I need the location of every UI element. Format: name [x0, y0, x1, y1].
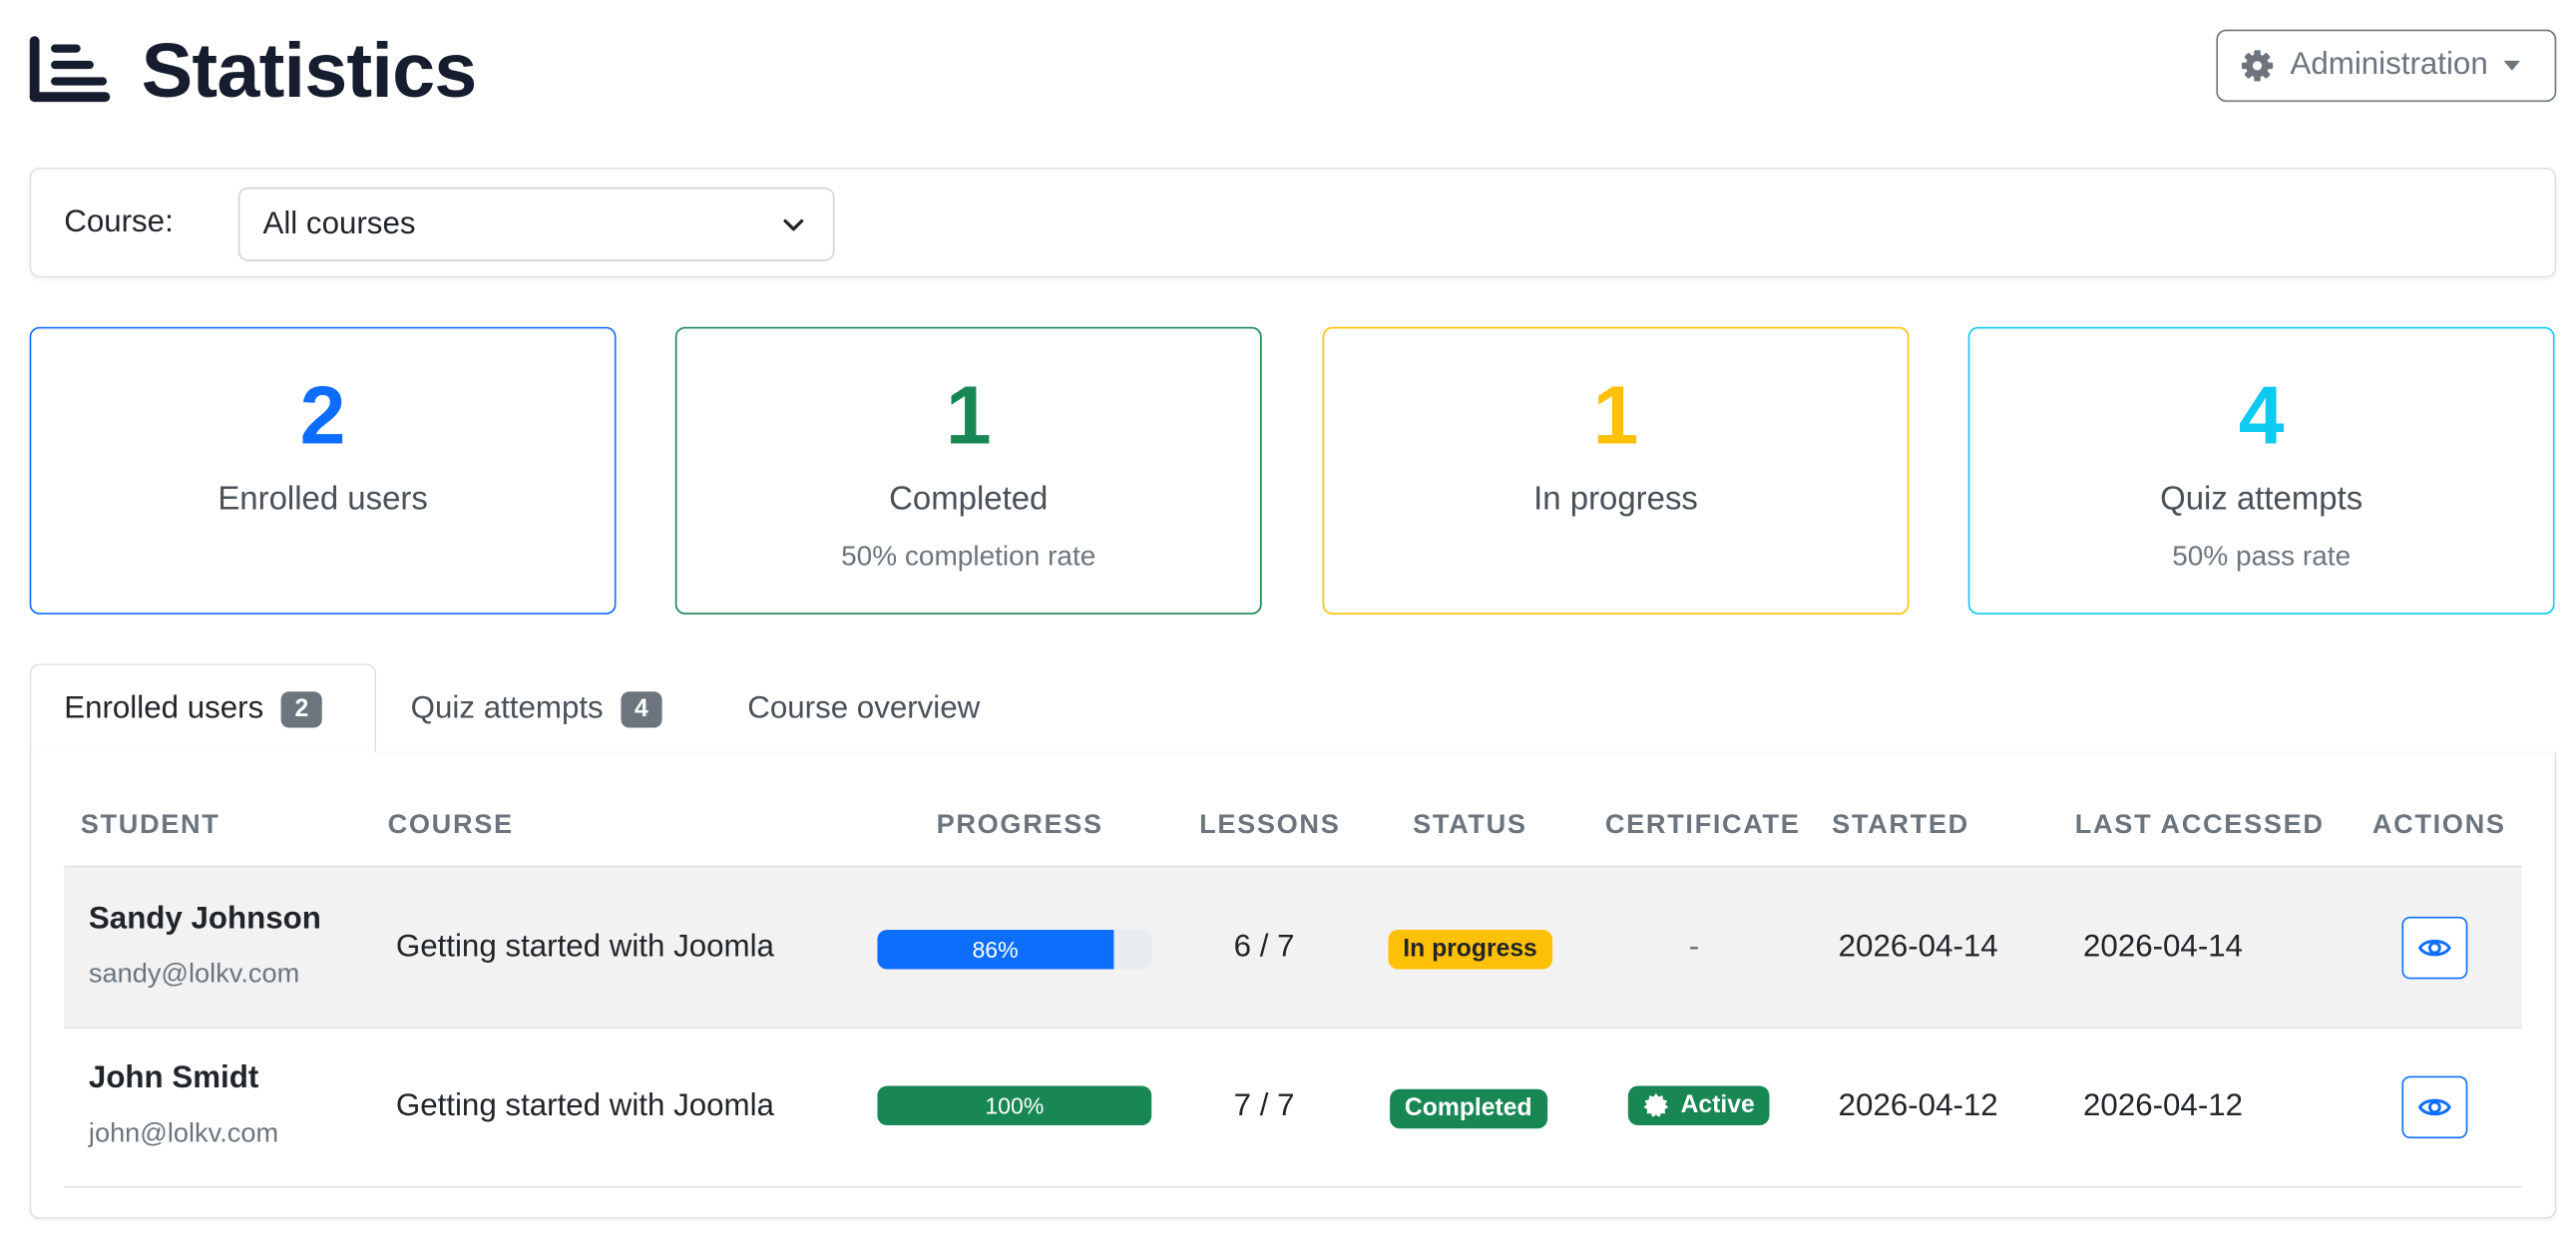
- tab-label: Course overview: [747, 690, 981, 726]
- enrolled-users-panel: STUDENT COURSE PROGRESS LESSONS STATUS C…: [29, 752, 2557, 1219]
- progress-bar: 86%: [877, 930, 1152, 970]
- progress-bar-fill: 100%: [877, 1085, 1152, 1125]
- stat-subtext: 50% completion rate: [841, 540, 1096, 573]
- column-header-certificate: CERTIFICATE: [1604, 809, 1801, 840]
- view-button[interactable]: [2401, 916, 2468, 980]
- stat-value: 1: [1592, 369, 1639, 462]
- course-name: Getting started with Joomla: [395, 1088, 774, 1124]
- view-button[interactable]: [2401, 1075, 2468, 1139]
- tab-count-badge: 4: [621, 690, 661, 727]
- column-header-status: STATUS: [1413, 809, 1527, 840]
- last-accessed-date: 2026-04-12: [2083, 1088, 2244, 1124]
- started-date: 2026-04-14: [1838, 930, 1998, 965]
- course-filter-card: Course: All courses: [29, 167, 2557, 278]
- column-header-actions: ACTIONS: [2371, 809, 2506, 840]
- stat-card-in-progress: 1 In progress: [1322, 326, 1910, 615]
- last-accessed-date: 2026-04-14: [2083, 930, 2244, 965]
- stat-label: Quiz attempts: [2160, 481, 2363, 518]
- badge-check-icon: [1643, 1092, 1669, 1117]
- column-header-started: STARTED: [1832, 809, 1969, 840]
- started-date: 2026-04-12: [1838, 1088, 1998, 1124]
- administration-dropdown-button[interactable]: Administration: [2216, 29, 2557, 103]
- table-row: Sandy Johnson sandy@lolkv.com Getting st…: [64, 867, 2522, 1029]
- page-header: Statistics Administration: [29, 23, 2557, 115]
- status-badge: In progress: [1388, 930, 1552, 970]
- list-icon: [29, 36, 111, 103]
- stat-label: In progress: [1533, 481, 1698, 518]
- tab-course-overview[interactable]: Course overview: [747, 663, 980, 754]
- course-name: Getting started with Joomla: [395, 930, 774, 965]
- status-badge: Completed: [1390, 1088, 1547, 1129]
- gear-icon: [2241, 50, 2274, 82]
- caret-down-icon: [2504, 60, 2521, 71]
- stat-label: Enrolled users: [217, 481, 428, 518]
- progress-bar-fill: 86%: [877, 930, 1113, 970]
- tab-bar: Enrolled users 2 Quiz attempts 4 Course …: [29, 663, 2557, 754]
- lessons-count: 7 / 7: [1233, 1088, 1295, 1124]
- eye-icon: [2417, 1098, 2451, 1116]
- student-name: John Smidt: [88, 1060, 259, 1096]
- stat-value: 2: [299, 369, 346, 462]
- stat-subtext: 50% pass rate: [2172, 540, 2352, 573]
- tab-label: Enrolled users: [64, 690, 264, 726]
- tab-count-badge: 2: [281, 690, 322, 727]
- tab-label: Quiz attempts: [410, 690, 604, 726]
- chevron-down-icon: [783, 218, 804, 231]
- column-header-lessons: LESSONS: [1199, 809, 1341, 840]
- page-title: Statistics: [141, 26, 478, 114]
- table-header: STUDENT COURSE PROGRESS LESSONS STATUS C…: [64, 752, 2522, 870]
- certificate-status: Active: [1680, 1090, 1755, 1119]
- stat-value: 4: [2238, 369, 2285, 462]
- lessons-count: 6 / 7: [1233, 930, 1295, 965]
- stat-label: Completed: [889, 481, 1049, 518]
- course-select[interactable]: All courses: [237, 187, 835, 261]
- tab-quiz-attempts[interactable]: Quiz attempts 4: [411, 663, 661, 754]
- course-filter-label: Course:: [64, 205, 174, 240]
- student-name: Sandy Johnson: [88, 902, 321, 937]
- administration-label: Administration: [2290, 47, 2488, 83]
- eye-icon: [2417, 939, 2451, 957]
- stat-card-completed: 1 Completed 50% completion rate: [674, 326, 1262, 615]
- student-email: john@lolkv.com: [88, 1118, 279, 1149]
- stat-value: 1: [945, 369, 992, 462]
- tab-enrolled-users[interactable]: Enrolled users 2: [29, 663, 377, 754]
- stat-card-quiz-attempts: 4 Quiz attempts 50% pass rate: [1967, 326, 2555, 615]
- student-email: sandy@lolkv.com: [88, 959, 300, 990]
- progress-bar: 100%: [877, 1085, 1152, 1125]
- certificate-badge: Active: [1627, 1085, 1770, 1125]
- column-header-last-accessed: LAST ACCESSED: [2074, 809, 2325, 840]
- stat-card-enrolled-users: 2 Enrolled users: [29, 326, 617, 615]
- column-header-progress: PROGRESS: [936, 809, 1103, 840]
- certificate-value: -: [1688, 930, 1700, 965]
- column-header-student: STUDENT: [80, 809, 220, 840]
- column-header-course: COURSE: [387, 809, 514, 840]
- table-row: John Smidt john@lolkv.com Getting starte…: [64, 1027, 2522, 1188]
- course-select-value: All courses: [262, 206, 416, 241]
